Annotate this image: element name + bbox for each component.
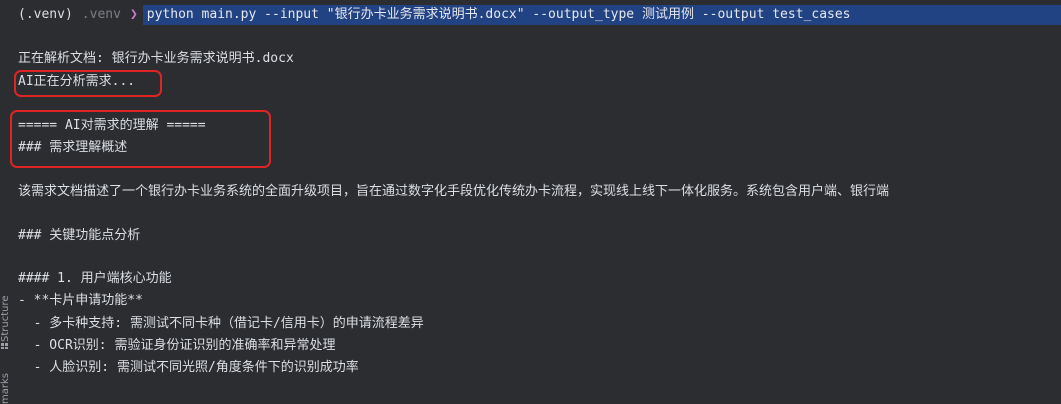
- output-bullet-ocr: - OCR识别: 需验证身份证识别的准确率和异常处理: [18, 338, 336, 353]
- structure-tab[interactable]: Structure: [0, 282, 9, 342]
- structure-icon[interactable]: [1, 343, 8, 349]
- annotation-box-analyzing: [14, 70, 162, 97]
- output-section1-heading: #### 1. 用户端核心功能: [18, 271, 172, 286]
- output-bullet-multi-card: - 多卡种支持: 需测试不同卡种（借记卡/信用卡）的申请流程差异: [18, 316, 424, 331]
- command-text[interactable]: python main.py --input "银行办卡业务需求说明书.docx…: [147, 7, 851, 22]
- output-key-points-heading: ### 关键功能点分析: [18, 228, 141, 243]
- prompt-arrow-icon: ❯: [129, 7, 138, 22]
- venv-directory: .venv: [81, 7, 121, 22]
- venv-indicator: (.venv): [18, 7, 73, 22]
- output-bullet-face: - 人脸识别: 需测试不同光照/角度条件下的识别成功率: [18, 360, 359, 375]
- bookmarks-tab[interactable]: marks: [0, 368, 9, 404]
- terminal-window[interactable]: Structure marks (.venv) .venv ❯ python main…: [0, 0, 1061, 404]
- output-summary: 该需求文档描述了一个银行办卡业务系统的全面升级项目，旨在通过数字化手段优化传统办…: [18, 184, 890, 199]
- prompt-line[interactable]: (.venv) .venv ❯ python main.py --input "银行办…: [18, 6, 851, 24]
- annotation-box-understanding: [10, 110, 271, 168]
- output-parsing: 正在解析文档: 银行办卡业务需求说明书.docx: [18, 51, 294, 66]
- output-card-apply: - **卡片申请功能**: [18, 293, 143, 308]
